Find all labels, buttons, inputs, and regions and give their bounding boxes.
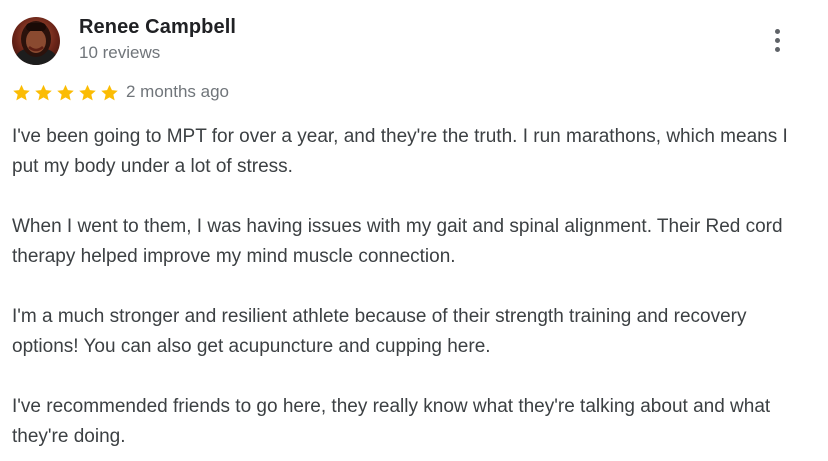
review-paragraph: I've been going to MPT for over a year, … xyxy=(12,126,788,177)
avatar[interactable] xyxy=(12,17,60,65)
review-text: I've been going to MPT for over a year, … xyxy=(12,122,812,452)
star-rating xyxy=(11,83,120,103)
review-card: Renee Campbell 10 reviews 2 months ago I… xyxy=(0,0,828,461)
star-icon xyxy=(35,84,52,101)
author-name[interactable]: Renee Campbell xyxy=(79,16,236,39)
author-review-count: 10 reviews xyxy=(79,43,161,62)
star-icon xyxy=(101,84,118,101)
more-vert-icon-dot xyxy=(774,46,780,52)
review-date: 2 months ago xyxy=(126,82,230,101)
review-paragraph: I've recommended friends to go here, the… xyxy=(12,396,771,447)
review-paragraph: When I went to them, I was having issues… xyxy=(12,216,783,267)
review-paragraph: I'm a much stronger and resilient athlet… xyxy=(12,306,747,357)
more-vert-icon-dot xyxy=(774,37,780,43)
star-icon xyxy=(13,84,30,101)
star-icon xyxy=(57,84,74,101)
more-vert-icon xyxy=(774,28,780,34)
star-icon xyxy=(79,84,96,101)
more-options-button[interactable] xyxy=(760,23,794,57)
